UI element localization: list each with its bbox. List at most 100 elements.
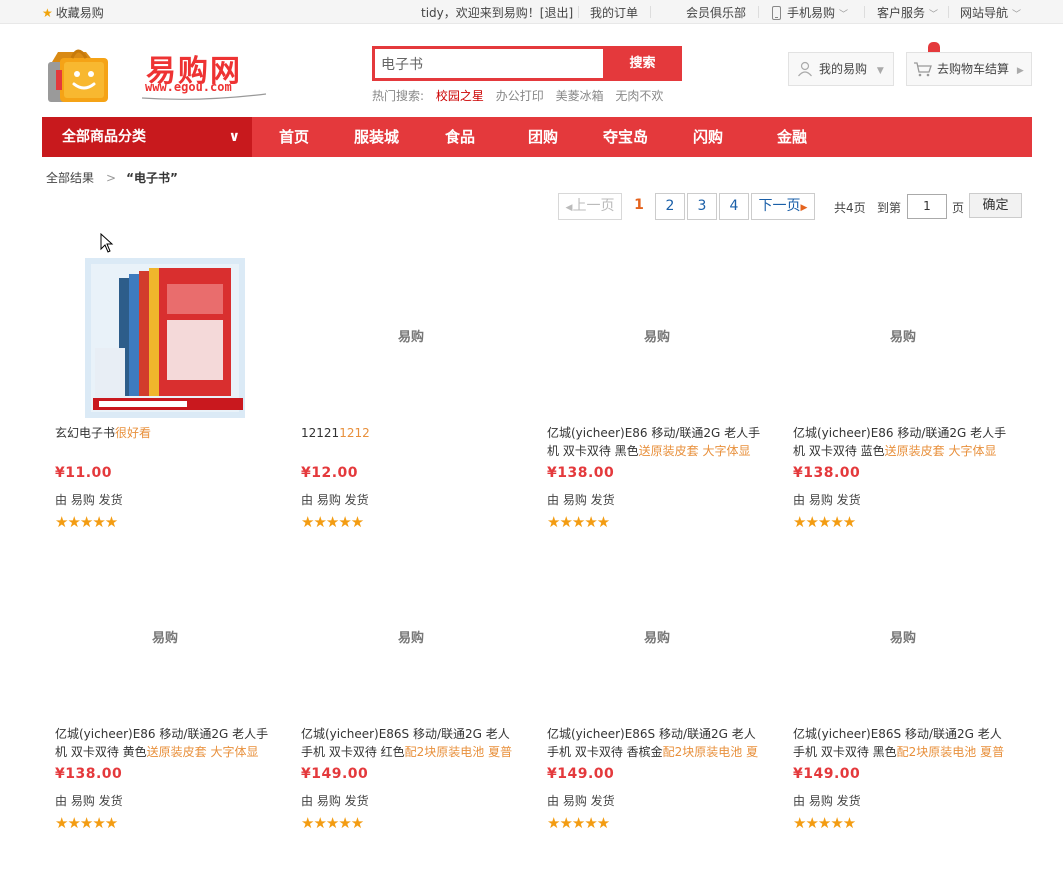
mobile-egou-menu[interactable]: 手机易购 ﹀ [772,4,848,21]
chevron-down-icon: ﹀ [839,10,849,20]
product-price: ¥138.00 [547,465,615,481]
page-number[interactable]: 4 [719,193,749,220]
rating-stars: ★★★★★ [301,513,364,531]
product-title[interactable]: 亿城(yicheer)E86 移动/联通2G 老人手机 双卡双待 蓝色送原装皮套… [793,424,1007,460]
member-club-link[interactable]: 会员俱乐部 [686,4,746,21]
product-image[interactable] [85,258,245,418]
product-image-placeholder[interactable]: 易购 [85,559,245,719]
product-image-placeholder[interactable]: 易购 [823,258,983,418]
product-title[interactable]: 亿城(yicheer)E86S 移动/联通2G 老人手机 双卡双待 香槟金配2块… [547,725,761,761]
hot-search-item[interactable]: 无肉不欢 [615,89,663,103]
rating-stars: ★★★★★ [793,513,856,531]
promo-text: 1212 [339,426,370,440]
chevron-right-icon: > [106,171,117,185]
service-label: 客户服务 [877,6,926,20]
prev-page-button[interactable]: ◀上一页 [558,193,622,220]
divider [758,6,759,18]
top-utility-bar: ★ 收藏易购 tidy，欢迎来到易购！[退出] 我的订单 会员俱乐部 手机易购 ﹀ … [0,0,1063,24]
hot-search-label: 热门搜索: [372,89,425,103]
shipping-info: 由 易购 发货 [547,493,615,507]
search-input[interactable] [375,49,603,78]
welcome-text[interactable]: tidy，欢迎来到易购！[退出] [421,4,573,21]
page-number-current[interactable]: 1 [628,193,650,220]
product-image-placeholder[interactable]: 易购 [577,258,737,418]
product-title[interactable]: 121211212 [301,424,515,460]
shipping-info: 由 易购 发货 [55,493,123,507]
promo-text: 很好看 [115,426,152,440]
hot-search-item[interactable]: 办公打印 [496,89,544,103]
rating-stars: ★★★★★ [55,513,118,531]
customer-service-menu[interactable]: 客户服务 ﹀ [877,4,938,21]
product-price: ¥149.00 [793,766,861,782]
favorite-link[interactable]: ★ 收藏易购 [42,4,104,21]
all-categories-label: 全部商品分类 [62,129,146,145]
next-label: 下一页 [758,198,801,214]
nav-item-treasure[interactable]: 夺宝岛 [603,117,648,157]
my-orders-link[interactable]: 我的订单 [590,4,638,21]
chevron-down-icon: ﹀ [1012,10,1022,20]
chevron-down-icon: ∨ [228,129,240,145]
goto-confirm-button[interactable]: 确定 [969,193,1022,218]
nav-item-finance[interactable]: 金融 [777,117,807,157]
hot-search-item[interactable]: 美菱冰箱 [556,89,604,103]
goto-label: 到第 [877,201,902,215]
mobile-label: 手机易购 [787,6,836,20]
product-title[interactable]: 亿城(yicheer)E86 移动/联通2G 老人手机 双卡双待 黑色送原装皮套… [547,424,761,460]
breadcrumb-query: “电子书” [126,171,178,185]
product-price: ¥149.00 [301,766,369,782]
shopping-bag-logo-icon[interactable] [42,40,112,104]
next-page-button[interactable]: 下一页▶ [751,193,815,220]
rating-stars: ★★★★★ [547,513,610,531]
logo-swoosh-icon [141,93,267,100]
nav-item-food[interactable]: 食品 [445,117,475,157]
rating-stars: ★★★★★ [55,814,118,832]
page-number[interactable]: 2 [655,193,685,220]
breadcrumb-root[interactable]: 全部结果 [46,171,94,185]
product-title[interactable]: 亿城(yicheer)E86S 移动/联通2G 老人手机 双卡双待 红色配2块原… [301,725,515,761]
mouse-cursor-icon [100,233,114,253]
goto-page-input[interactable]: 1 [907,194,947,219]
divider [650,6,651,18]
page-number[interactable]: 3 [687,193,717,220]
shipping-info: 由 易购 发货 [301,794,369,808]
product-title[interactable]: 亿城(yicheer)E86 移动/联通2G 老人手机 双卡双待 黄色送原装皮套… [55,725,269,761]
nav-item-flash[interactable]: 闪购 [693,117,723,157]
star-icon: ★ [42,6,53,20]
page-unit-label: 页 [952,201,965,215]
total-pages: 共4页 [834,201,866,215]
chevron-right-icon: ▶ [1016,66,1024,76]
nav-item-clothing[interactable]: 服装城 [354,117,399,157]
title-text: 12121 [301,426,340,440]
product-image-placeholder[interactable]: 易购 [577,559,737,719]
product-title[interactable]: 亿城(yicheer)E86S 移动/联通2G 老人手机 双卡双待 黑色配2块原… [793,725,1007,761]
product-image-placeholder[interactable]: 易购 [823,559,983,719]
shipping-info: 由 易购 发货 [793,794,861,808]
shipping-info: 由 易购 发货 [55,794,123,808]
cart-icon [914,62,932,77]
hot-search-item[interactable]: 校园之星 [436,89,484,103]
favorite-label: 收藏易购 [55,6,104,20]
nav-item-groupbuy[interactable]: 团购 [528,117,558,157]
product-title[interactable]: 玄幻电子书很好看 [55,424,269,460]
rating-stars: ★★★★★ [547,814,610,832]
product-image-placeholder[interactable]: 易购 [331,258,491,418]
divider [948,6,949,18]
breadcrumb: 全部结果 > “电子书” [46,169,178,186]
cart-checkout-button[interactable]: 去购物车结算 ▶ [906,52,1032,86]
my-egou-label: 我的易购 [819,62,868,76]
product-price: ¥149.00 [547,766,615,782]
divider [864,6,865,18]
chevron-down-icon: ﹀ [929,10,939,20]
rating-stars: ★★★★★ [301,814,364,832]
all-categories-menu[interactable]: 全部商品分类 ∨ [42,117,252,157]
product-price: ¥138.00 [793,465,861,481]
product-price: ¥11.00 [55,465,113,481]
title-text: 玄幻电子书 [55,426,116,440]
hot-search-list: 热门搜索: 校园之星 办公打印 美菱冰箱 无肉不欢 [372,87,671,104]
site-nav-menu[interactable]: 网站导航 ﹀ [960,4,1021,21]
rating-stars: ★★★★★ [793,814,856,832]
product-image-placeholder[interactable]: 易购 [331,559,491,719]
my-egou-button[interactable]: 我的易购 ▼ [788,52,894,86]
nav-item-home[interactable]: 首页 [279,117,309,157]
search-button[interactable]: 搜索 [603,46,682,81]
